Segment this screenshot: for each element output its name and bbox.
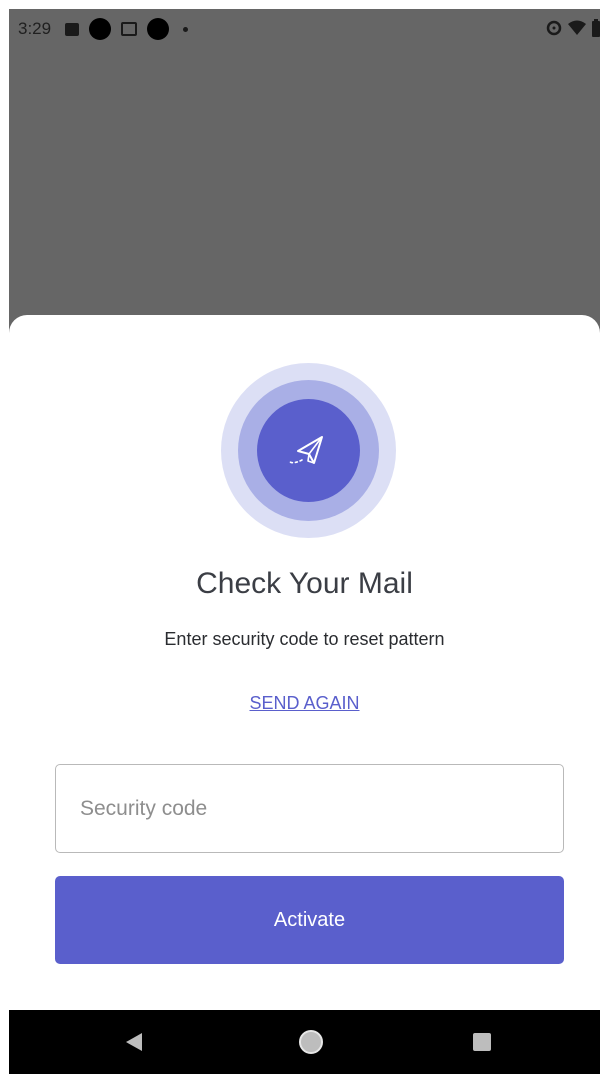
security-code-input[interactable] bbox=[55, 764, 564, 853]
image-icon bbox=[65, 22, 80, 36]
send-again-link[interactable]: SEND AGAIN bbox=[9, 693, 600, 714]
paper-plane-icon bbox=[288, 435, 323, 464]
status-time: 3:29 bbox=[18, 19, 52, 38]
battery-icon bbox=[592, 19, 600, 37]
status-right-icons bbox=[540, 19, 600, 37]
data-saver-icon bbox=[546, 20, 562, 36]
more-dot-icon bbox=[183, 26, 189, 32]
navigation-bar bbox=[9, 1010, 600, 1074]
gmail-icon bbox=[121, 22, 138, 36]
phone-screen: 3:29 Check Your Mail Enter security code… bbox=[9, 9, 600, 1074]
recents-icon[interactable] bbox=[473, 1033, 491, 1051]
dialog-subtitle: Enter security code to reset pattern bbox=[164, 629, 445, 649]
notification-dot-icon bbox=[89, 18, 112, 40]
home-icon[interactable] bbox=[299, 1030, 323, 1054]
icon-circle bbox=[257, 399, 360, 502]
status-bar: 3:29 bbox=[9, 9, 600, 49]
dialog-title: Check Your Mail bbox=[196, 567, 413, 600]
wifi-icon bbox=[568, 20, 586, 35]
notification-dot-icon bbox=[147, 18, 170, 40]
activate-button[interactable]: Activate bbox=[55, 876, 564, 964]
back-icon[interactable] bbox=[125, 1032, 143, 1052]
reset-pattern-sheet: Check Your Mail Enter security code to r… bbox=[9, 315, 600, 1015]
